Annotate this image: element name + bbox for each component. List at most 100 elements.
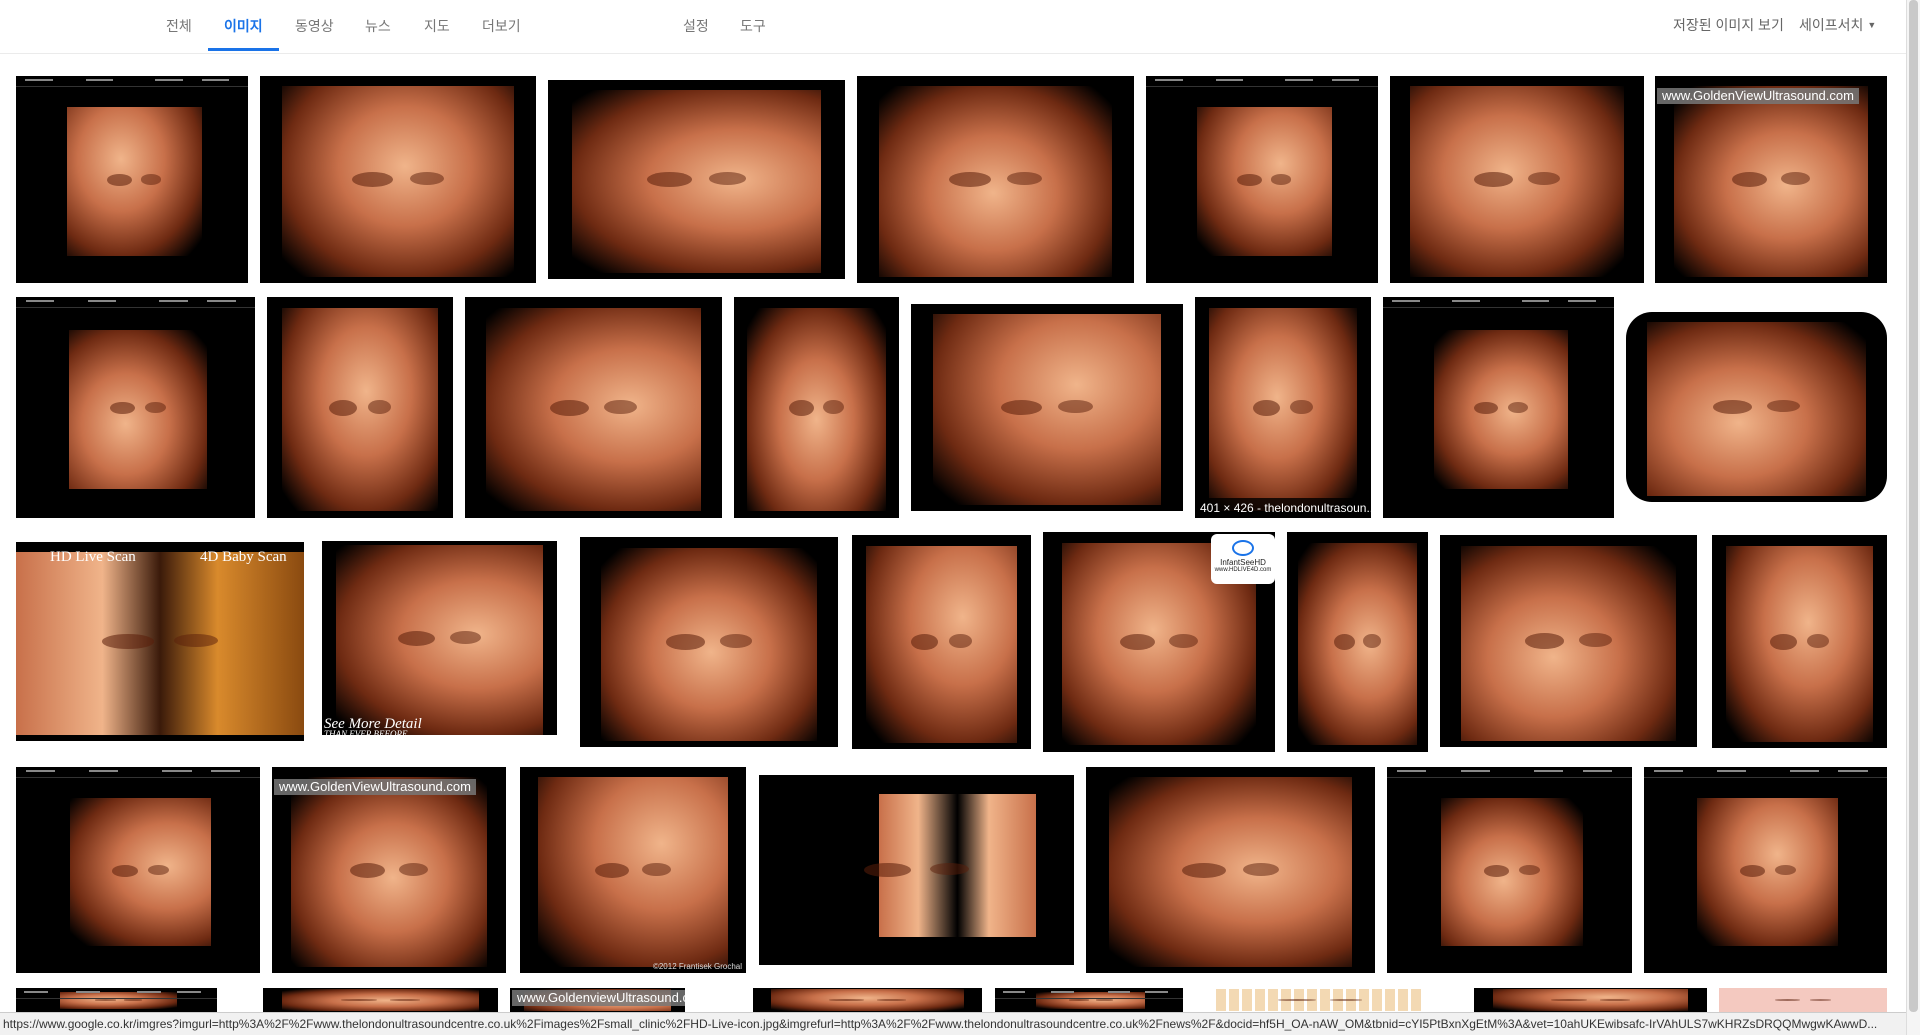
ultrasound-image (67, 107, 202, 257)
shadow-detail (1551, 999, 1587, 1001)
scan-header (16, 297, 255, 308)
safesearch-dropdown[interactable]: 세이프서치 ▼ (1799, 15, 1876, 35)
shadow-detail (646, 172, 692, 187)
ultrasound-image (1732, 989, 1873, 1011)
shadow-detail (823, 399, 845, 414)
scan-header (16, 988, 217, 999)
shadow-detail (349, 862, 386, 878)
shadow-detail (1507, 401, 1528, 413)
image-result-thumbnail[interactable] (1644, 767, 1887, 973)
image-result-thumbnail[interactable] (1440, 535, 1697, 747)
image-result-thumbnail[interactable] (580, 537, 838, 747)
settings-link[interactable]: 설정 (683, 16, 709, 36)
4d-scan-label: 4D Baby Scan (200, 549, 287, 565)
tab-news[interactable]: 뉴스 (365, 16, 391, 36)
shadow-detail (1253, 399, 1281, 416)
image-result-thumbnail[interactable]: www.GoldenViewUltrasound.com (1655, 76, 1887, 283)
image-result-thumbnail[interactable] (857, 76, 1134, 283)
image-result-thumbnail[interactable] (759, 775, 1074, 965)
ultrasound-image (866, 545, 1017, 743)
image-result-thumbnail[interactable]: See More Detail THAN EVER BEFORE (316, 535, 563, 741)
scrollbar-thumb[interactable] (1909, 0, 1918, 1012)
image-result-thumbnail[interactable] (1146, 76, 1378, 283)
image-result-thumbnail[interactable] (1626, 312, 1887, 502)
shadow-detail (147, 864, 169, 876)
ultrasound-image (1433, 330, 1568, 490)
shadow-detail (341, 999, 377, 1001)
scan-header (1383, 297, 1614, 308)
image-result-thumbnail[interactable] (1387, 767, 1632, 973)
scan-header (995, 988, 1183, 999)
shadow-detail (1330, 999, 1362, 1001)
shadow-detail (1069, 999, 1089, 1001)
shadow-detail (1096, 999, 1113, 1001)
ultrasound-image (1492, 989, 1689, 1012)
image-result-thumbnail[interactable] (1196, 988, 1444, 1012)
image-result-thumbnail[interactable] (260, 76, 536, 283)
shadow-detail (665, 634, 705, 650)
watermark-text: www.GoldenViewUltrasound.com (274, 779, 476, 795)
shadow-detail (1242, 862, 1280, 876)
eye-icon (1232, 540, 1254, 556)
image-result-thumbnail[interactable] (1390, 76, 1644, 283)
image-result-thumbnail[interactable]: ©2012 Frantisek Grochal (520, 767, 746, 973)
shadow-detail (1774, 999, 1801, 1001)
shadow-detail (1579, 633, 1612, 647)
ultrasound-image (1197, 107, 1332, 257)
active-tab-indicator (208, 48, 279, 51)
image-result-thumbnail[interactable] (16, 988, 217, 1012)
shadow-detail (1278, 999, 1316, 1001)
tab-videos[interactable]: 동영상 (295, 16, 334, 36)
scan-header (1644, 767, 1887, 778)
status-bar-url: https://www.google.co.kr/imgres?imgurl=h… (0, 1012, 1906, 1035)
image-result-thumbnail[interactable] (852, 535, 1031, 749)
image-result-thumbnail[interactable] (16, 76, 248, 283)
image-result-thumbnail[interactable]: 401 × 426 - thelondonultrasoun... (1195, 297, 1371, 518)
ultrasound-image (1697, 797, 1839, 947)
image-result-thumbnail[interactable] (465, 297, 722, 518)
tab-images[interactable]: 이미지 (224, 16, 263, 36)
image-result-thumbnail[interactable] (548, 80, 845, 279)
infantsee-name: InfantSeeHD (1220, 558, 1266, 567)
image-result-thumbnail[interactable] (1719, 988, 1887, 1012)
shadow-detail (390, 999, 420, 1001)
image-result-thumbnail[interactable] (1086, 767, 1375, 973)
tab-maps[interactable]: 지도 (424, 16, 450, 36)
image-result-thumbnail[interactable]: InfantSeeHD www.HDLIVE4D.com (1043, 532, 1275, 752)
saved-images-link[interactable]: 저장된 이미지 보기 (1673, 15, 1784, 35)
shadow-detail (174, 634, 218, 648)
image-result-thumbnail[interactable] (1712, 535, 1887, 748)
image-result-thumbnail[interactable]: HD Live Scan 4D Baby Scan (16, 542, 304, 741)
image-result-thumbnail[interactable] (1287, 532, 1428, 752)
hd-live-label: HD Live Scan (50, 549, 136, 565)
tools-link[interactable]: 도구 (740, 16, 766, 36)
shadow-detail (829, 999, 864, 1001)
image-result-thumbnail[interactable] (734, 297, 899, 518)
shadow-detail (595, 862, 630, 878)
ultrasound-image (68, 330, 208, 490)
shadow-detail (550, 399, 590, 416)
image-result-thumbnail[interactable]: www.GoldenviewUltrasound.com (510, 988, 685, 1012)
ultrasound-image (1646, 321, 1867, 497)
image-result-thumbnail[interactable] (16, 767, 260, 973)
shadow-detail (949, 634, 972, 649)
image-result-thumbnail[interactable] (753, 988, 982, 1012)
image-result-thumbnail[interactable] (1474, 988, 1707, 1012)
image-result-thumbnail[interactable]: www.GoldenViewUltrasound.com (272, 767, 506, 973)
scrollbar[interactable] (1906, 0, 1920, 1035)
shadow-detail (398, 630, 436, 646)
infantsee-url: www.HDLIVE4D.com (1214, 567, 1272, 573)
shadow-detail (1519, 864, 1541, 876)
image-result-thumbnail[interactable] (1383, 297, 1614, 518)
tab-more[interactable]: 더보기 (482, 16, 521, 36)
image-result-thumbnail[interactable] (263, 988, 498, 1012)
image-hover-caption: 401 × 426 - thelondonultrasoun... (1195, 498, 1371, 518)
ultrasound-image (932, 314, 1162, 505)
image-result-thumbnail[interactable] (267, 297, 453, 518)
shadow-detail (449, 630, 481, 644)
image-result-thumbnail[interactable] (995, 988, 1183, 1012)
chevron-down-icon: ▼ (1867, 20, 1877, 30)
image-result-thumbnail[interactable] (911, 304, 1183, 511)
image-result-thumbnail[interactable] (16, 297, 255, 518)
tab-all[interactable]: 전체 (166, 16, 192, 36)
